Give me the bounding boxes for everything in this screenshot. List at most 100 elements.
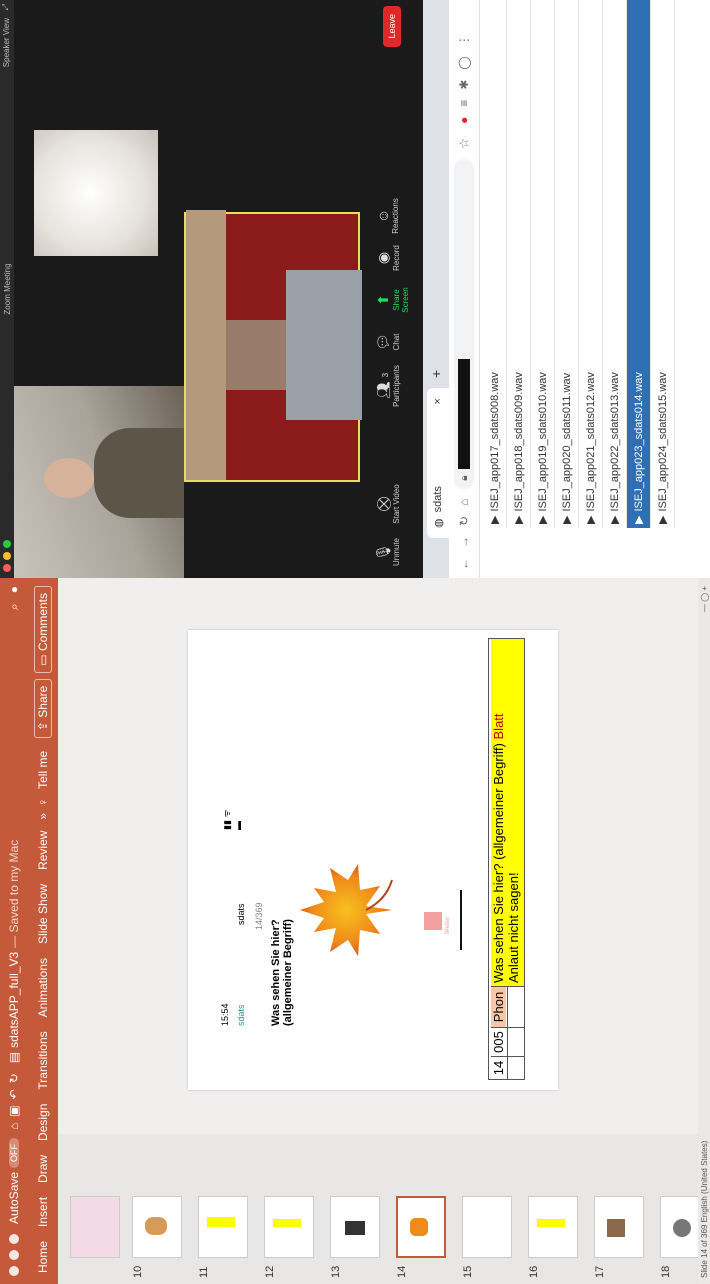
slide-thumb-image bbox=[528, 1196, 578, 1258]
slide-thumb-11[interactable]: 11 bbox=[194, 1134, 252, 1284]
home-icon[interactable]: ⌂ bbox=[7, 1123, 21, 1130]
bookmark-star-icon[interactable]: ☆ bbox=[457, 138, 471, 149]
close-window-dot[interactable] bbox=[3, 564, 11, 572]
undo-icon[interactable]: ↶ bbox=[7, 1089, 21, 1099]
address-bar[interactable]: 🔒︎ bbox=[454, 158, 474, 489]
tab-home[interactable]: Home bbox=[36, 1234, 50, 1280]
file-row[interactable]: ▶ ISEJ_app024_sdats015.wav bbox=[651, 0, 675, 528]
phone-back-link: sdats bbox=[236, 1004, 246, 1026]
slide-thumb-16[interactable]: 16 bbox=[524, 1134, 582, 1284]
unmute-button[interactable]: 🎙︎ Unmute bbox=[375, 530, 401, 574]
slide-thumb-image bbox=[330, 1196, 380, 1258]
tab-insert[interactable]: Insert bbox=[36, 1190, 50, 1234]
browser-window: ◍ sdats × + ← → ↻ ⌂ 🔒︎ ☆ ● ≡ ✱ ◯ ⋮ ▶ ISEJ… bbox=[423, 0, 710, 578]
document-title: sdatsAPP_full_V3 bbox=[7, 951, 21, 1048]
close-window-dot[interactable] bbox=[9, 1266, 19, 1276]
comment-icon: ▭ bbox=[36, 654, 50, 666]
comments-label: Comments bbox=[36, 593, 50, 652]
file-name: ISEJ_app024_sdats015.wav bbox=[656, 372, 669, 512]
slide-thumb-17[interactable]: 17 bbox=[590, 1134, 648, 1284]
start-video-button[interactable]: ⛒ Start Video bbox=[375, 482, 401, 526]
document-icon: ▤ bbox=[7, 1051, 21, 1064]
expand-arrow-icon: ▶ bbox=[513, 515, 525, 524]
participants-button[interactable]: 👥︎ 3 Participants bbox=[375, 364, 401, 408]
search-icon[interactable]: ⌕ bbox=[7, 603, 22, 610]
file-row[interactable]: ▶ ISEJ_app020_sdats011.wav bbox=[555, 0, 579, 528]
phone-home-indicator bbox=[460, 890, 462, 950]
tab-review[interactable]: Review bbox=[36, 824, 50, 877]
tab-slide-show[interactable]: Slide Show bbox=[36, 877, 50, 951]
zoom-meeting-window: Zoom Meeting Speaker View ⤢ 🎙︎ Unmute ⛒ St… bbox=[0, 0, 423, 578]
file-name: ISEJ_app018_sdats009.wav bbox=[512, 372, 525, 512]
browser-toolbar: ← → ↻ ⌂ 🔒︎ ☆ ● ≡ ✱ ◯ ⋮ bbox=[449, 0, 480, 578]
slide-thumb-15[interactable]: 15 bbox=[458, 1134, 516, 1284]
file-name: ISEJ_app023_sdats014.wav bbox=[632, 372, 645, 512]
chat-label: Chat bbox=[392, 333, 401, 351]
back-icon[interactable]: ← bbox=[457, 558, 471, 570]
powerpoint-window: AutoSave OFF ⌂ ▣ ↶ ↻ ▤ sdatsAPP_full_V3 … bbox=[0, 578, 710, 1284]
tab-transitions[interactable]: Transitions bbox=[36, 1024, 50, 1096]
minimize-window-dot[interactable] bbox=[3, 552, 11, 560]
current-slide[interactable]: 15:54 ▮▮ ᯤ ▬ sdats sdats 14/369 Was sehe… bbox=[188, 630, 558, 1090]
account-icon[interactable]: ● bbox=[7, 586, 21, 593]
slide-thumb-12[interactable]: 12 bbox=[260, 1134, 318, 1284]
tab-design[interactable]: Design bbox=[36, 1097, 50, 1148]
tab-draw[interactable]: Draw bbox=[36, 1148, 50, 1190]
share-button[interactable]: ⇪ Share bbox=[34, 678, 52, 739]
slide-thumb-14[interactable]: 14 bbox=[392, 1134, 450, 1284]
table-question: Was sehen Sie hier? (allgemeiner Begriff… bbox=[490, 743, 506, 983]
reactions-button[interactable]: ☺ Reactions bbox=[375, 194, 400, 238]
more-menu-icon[interactable]: ⋮ bbox=[457, 34, 471, 46]
phone-time: 15:54 bbox=[220, 1003, 230, 1026]
maximize-window-dot[interactable] bbox=[3, 540, 11, 548]
expand-arrow-icon: ▶ bbox=[537, 515, 549, 524]
save-icon[interactable]: ▣ bbox=[7, 1105, 21, 1116]
autosave-toggle[interactable]: OFF bbox=[9, 1137, 19, 1168]
slide-thumb-13[interactable]: 13 bbox=[326, 1134, 384, 1284]
extension-icon-red[interactable]: ● bbox=[457, 117, 471, 124]
browser-tab[interactable]: ◍ sdats × bbox=[427, 388, 449, 538]
home-icon[interactable]: ⌂ bbox=[457, 499, 471, 506]
phone-counter: 14/369 bbox=[254, 902, 264, 930]
redo-icon[interactable]: ↻ bbox=[7, 1073, 21, 1083]
item-table-note-row: Anlaut nicht sagen! bbox=[506, 638, 525, 1080]
file-name: ISEJ_app020_sdats011.wav bbox=[560, 372, 573, 512]
file-row[interactable]: ▶ ISEJ_app018_sdats009.wav bbox=[507, 0, 531, 528]
more-tabs-icon[interactable]: » bbox=[36, 809, 50, 824]
phone-app-name: sdats bbox=[236, 903, 246, 925]
record-icon: ◉ bbox=[375, 251, 391, 265]
menu-lines-icon[interactable]: ≡ bbox=[457, 100, 471, 107]
maximize-window-dot[interactable] bbox=[9, 1234, 19, 1244]
slide-thumb-image bbox=[132, 1196, 182, 1258]
slide-thumb-10[interactable]: 10 bbox=[128, 1134, 186, 1284]
minimize-window-dot[interactable] bbox=[9, 1250, 19, 1260]
profile-icon[interactable]: ◯ bbox=[457, 56, 471, 69]
file-row[interactable]: ▶ ISEJ_app017_sdats008.wav bbox=[483, 0, 507, 528]
file-name: ISEJ_app022_sdats013.wav bbox=[608, 372, 621, 512]
slide-canvas: 15:54 ▮▮ ᯤ ▬ sdats sdats 14/369 Was sehe… bbox=[58, 578, 698, 1134]
forward-icon[interactable]: → bbox=[457, 536, 471, 548]
new-tab-icon[interactable]: + bbox=[428, 370, 444, 378]
slide-thumb-prev[interactable] bbox=[66, 1134, 124, 1284]
tab-animations[interactable]: Animations bbox=[36, 951, 50, 1024]
table-empty-cell bbox=[506, 1056, 524, 1079]
chat-button[interactable]: 💬︎ Chat bbox=[375, 320, 401, 364]
speaker-view-button[interactable]: Speaker View bbox=[2, 18, 11, 67]
file-row[interactable]: ▶ ISEJ_app021_sdats012.wav bbox=[579, 0, 603, 528]
fullscreen-icon[interactable]: ⤢ bbox=[1, 4, 11, 10]
slide-number: 17 bbox=[594, 1265, 606, 1278]
body-shape bbox=[94, 428, 184, 518]
tell-me-search[interactable]: Tell me bbox=[36, 744, 50, 796]
file-row[interactable]: ▶ ISEJ_app022_sdats013.wav bbox=[603, 0, 627, 528]
reload-icon[interactable]: ↻ bbox=[457, 516, 471, 526]
share-screen-button[interactable]: ⬆ Share Screen bbox=[375, 278, 410, 322]
record-button[interactable]: ◉ Record bbox=[375, 236, 401, 280]
puzzle-icon[interactable]: ✱ bbox=[457, 80, 471, 90]
file-row[interactable]: ▶ ISEJ_app019_sdats010.wav bbox=[531, 0, 555, 528]
leave-button[interactable]: Leave bbox=[383, 6, 401, 47]
zoom-slider-icon[interactable]: — ◯ + bbox=[700, 586, 709, 612]
file-row-selected[interactable]: ▶ ISEJ_app023_sdats014.wav bbox=[627, 0, 651, 528]
close-tab-icon[interactable]: × bbox=[432, 398, 444, 404]
comments-button[interactable]: ▭ Comments bbox=[34, 586, 52, 673]
slide-thumb-image bbox=[198, 1196, 248, 1258]
